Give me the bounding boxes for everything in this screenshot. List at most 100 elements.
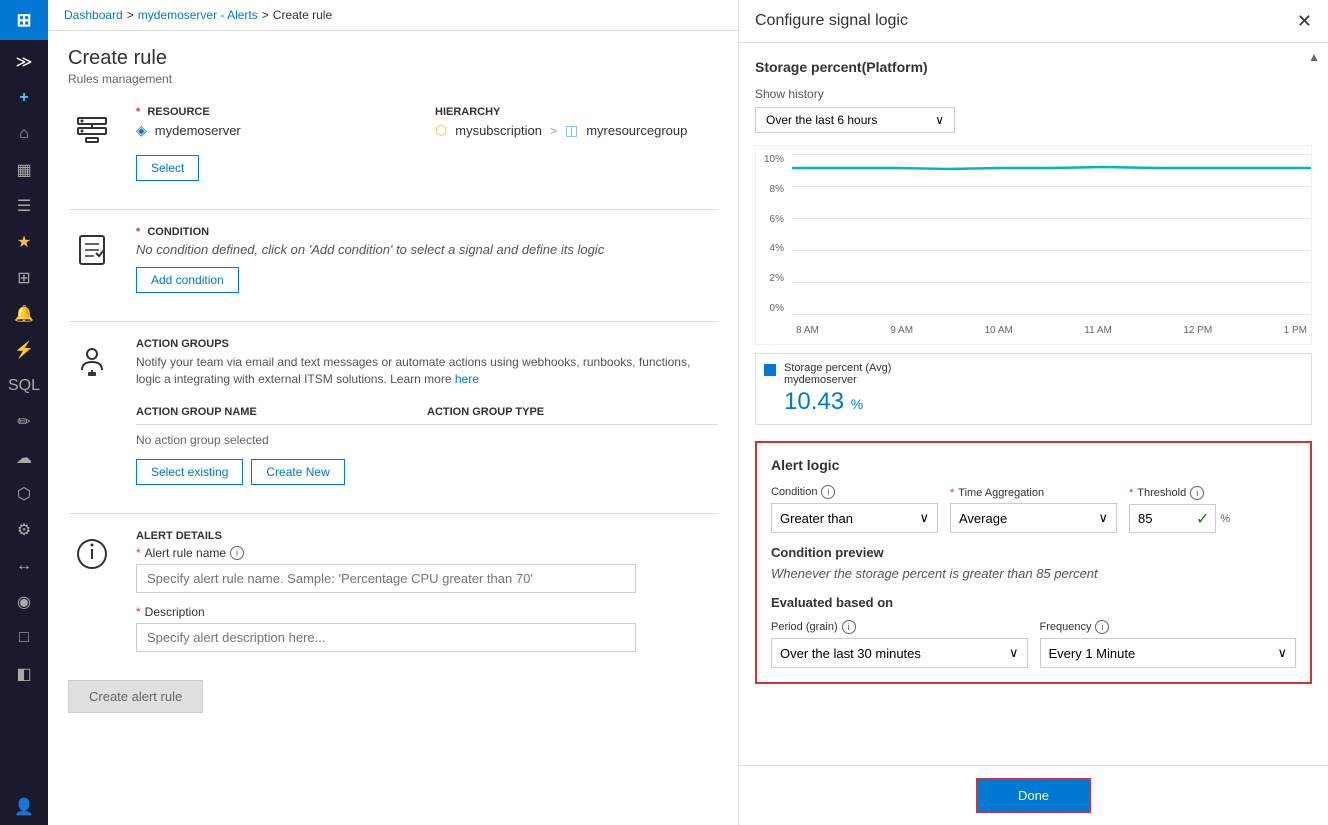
server-icon: ◈ <box>136 122 147 139</box>
period-value: Over the last 30 minutes <box>780 646 921 661</box>
alert-details-label: ALERT DETAILS <box>136 530 718 542</box>
condition-info-icon[interactable]: i <box>821 485 835 499</box>
main-area: Dashboard > mydemoserver - Alerts > Crea… <box>48 0 738 825</box>
frequency-info-icon[interactable]: i <box>1095 620 1109 634</box>
chart-plot <box>792 154 1311 314</box>
evaluated-label: Evaluated based on <box>771 595 1296 610</box>
breadcrumb-dashboard[interactable]: Dashboard <box>64 8 123 22</box>
time-agg-value: Average <box>959 511 1007 526</box>
action-groups-body: ACTION GROUPS Notify your team via email… <box>136 338 718 485</box>
legend-label: Storage percent (Avg) <box>784 362 891 374</box>
frequency-select[interactable]: Every 1 Minute ∨ <box>1040 638 1297 668</box>
create-new-button[interactable]: Create New <box>251 459 344 485</box>
learn-more-link[interactable]: here <box>455 372 479 386</box>
condition-field-group: Condition i Greater than ∨ <box>771 485 938 533</box>
plus-icon[interactable]: + <box>0 80 48 116</box>
server-name: mydemoserver <box>155 123 241 138</box>
menu-icon[interactable]: ☰ <box>0 188 48 224</box>
home-icon[interactable]: ⌂ <box>0 116 48 152</box>
expand-icon[interactable]: ≫ <box>0 44 48 80</box>
subscription-icon: ⬡ <box>435 122 447 139</box>
description-input[interactable] <box>136 623 636 652</box>
cloud-icon[interactable]: ☁ <box>0 440 48 476</box>
time-agg-field-group: * Time Aggregation Average ∨ <box>950 487 1117 533</box>
action-buttons: Select existing Create New <box>136 459 718 485</box>
panel-footer: Done <box>739 765 1328 825</box>
show-history-select[interactable]: Over the last 6 hours ∨ <box>755 107 955 133</box>
chevron-icon: > <box>550 124 557 138</box>
dashboard-icon[interactable]: ▦ <box>0 152 48 188</box>
arrows-icon[interactable]: ↔ <box>0 548 48 584</box>
period-info-icon[interactable]: i <box>842 620 856 634</box>
hierarchy-row: ⬡ mysubscription > ◫ myresourcegroup <box>435 122 718 139</box>
condition-preview-text: Whenever the storage percent is greater … <box>771 566 1296 581</box>
puzzle-icon[interactable]: ◧ <box>0 656 48 692</box>
description-group: * Description <box>136 605 718 652</box>
threshold-check-icon: ✓ <box>1190 509 1215 529</box>
breadcrumb-sep1: > <box>127 8 134 22</box>
threshold-input[interactable]: 85 <box>1130 505 1190 532</box>
page-subtitle: Rules management <box>68 72 718 86</box>
circle-icon[interactable]: ◉ <box>0 584 48 620</box>
settings2-icon[interactable]: ⚙ <box>0 512 48 548</box>
user-icon[interactable]: 👤 <box>0 789 48 825</box>
sidebar-logo: ⊞ <box>0 0 48 40</box>
monitor-icon[interactable]: □ <box>0 620 48 656</box>
alert-details-body: ALERT DETAILS * Alert rule name i * Desc… <box>136 530 718 664</box>
rule-name-label: * Alert rule name i <box>136 546 718 560</box>
breadcrumb: Dashboard > mydemoserver - Alerts > Crea… <box>48 0 738 31</box>
legend-value: 10.43 % <box>784 388 891 416</box>
threshold-field-label: * Threshold i <box>1129 486 1296 500</box>
rule-name-info-icon[interactable]: i <box>230 546 244 560</box>
period-freq-row: Period (grain) i Over the last 30 minute… <box>771 620 1296 668</box>
hierarchy-label: HIERARCHY <box>435 106 718 118</box>
frequency-field-label: Frequency i <box>1040 620 1297 634</box>
sql-icon[interactable]: SQL <box>0 368 48 404</box>
condition-label: * CONDITION <box>136 226 718 238</box>
threshold-info-icon[interactable]: i <box>1190 486 1204 500</box>
alert-details-icon <box>68 530 116 578</box>
frequency-value: Every 1 Minute <box>1049 646 1136 661</box>
create-alert-rule-button[interactable]: Create alert rule <box>68 680 203 713</box>
shield-icon[interactable]: ⬡ <box>0 476 48 512</box>
resource-group-name: myresourcegroup <box>586 123 687 138</box>
legend-sublabel: mydemoserver <box>784 374 891 386</box>
frequency-chevron-icon: ∨ <box>1277 645 1287 661</box>
chart-svg <box>792 154 1311 314</box>
panel-title: Configure signal logic <box>755 12 908 30</box>
close-panel-button[interactable]: ✕ <box>1297 12 1312 30</box>
edit-icon[interactable]: ✏ <box>0 404 48 440</box>
done-button[interactable]: Done <box>976 778 1091 813</box>
add-condition-button[interactable]: Add condition <box>136 267 239 293</box>
lightning-icon[interactable]: ⚡ <box>0 332 48 368</box>
condition-text: No condition defined, click on 'Add cond… <box>136 242 718 257</box>
rule-name-input[interactable] <box>136 564 636 593</box>
show-history-value: Over the last 6 hours <box>766 113 877 127</box>
condition-icon <box>68 226 116 274</box>
apps-icon[interactable]: ⊞ <box>0 260 48 296</box>
description-label: * Description <box>136 605 718 619</box>
chart-x-labels: 8 AM 9 AM 10 AM 11 AM 12 PM 1 PM <box>792 316 1311 344</box>
table-header: ACTION GROUP NAME ACTION GROUP TYPE <box>136 400 718 425</box>
page-title: Create rule <box>68 47 718 70</box>
condition-select[interactable]: Greater than ∨ <box>771 503 938 533</box>
notifications-icon[interactable]: 🔔 <box>0 296 48 332</box>
breadcrumb-sep2: > <box>262 8 269 22</box>
sidebar: ⊞ ≫ + ⌂ ▦ ☰ ★ ⊞ 🔔 ⚡ SQL ✏ ☁ ⬡ ⚙ ↔ ◉ □ ◧ … <box>0 0 48 825</box>
select-existing-button[interactable]: Select existing <box>136 459 243 485</box>
action-groups-icon <box>68 338 116 386</box>
breadcrumb-alerts[interactable]: mydemoserver - Alerts <box>138 8 258 22</box>
chart-section: Show history Over the last 6 hours ∨ 10%… <box>755 87 1312 425</box>
legend-info: Storage percent (Avg) mydemoserver 10.43… <box>784 362 891 416</box>
col-name-header: ACTION GROUP NAME <box>136 406 427 418</box>
resource-body: * RESOURCE ◈ mydemoserver HIERARCHY ⬡ my… <box>136 106 718 181</box>
action-groups-section: ACTION GROUPS Notify your team via email… <box>68 338 718 485</box>
threshold-field-group: * Threshold i 85 ✓ % <box>1129 486 1296 533</box>
time-agg-select[interactable]: Average ∨ <box>950 503 1117 533</box>
alert-logic-box: Alert logic Condition i Greater than ∨ <box>755 441 1312 684</box>
legend-unit: % <box>851 396 863 412</box>
select-button[interactable]: Select <box>136 155 199 181</box>
favorites-icon[interactable]: ★ <box>0 224 48 260</box>
period-select[interactable]: Over the last 30 minutes ∨ <box>771 638 1028 668</box>
condition-value: Greater than <box>780 511 853 526</box>
